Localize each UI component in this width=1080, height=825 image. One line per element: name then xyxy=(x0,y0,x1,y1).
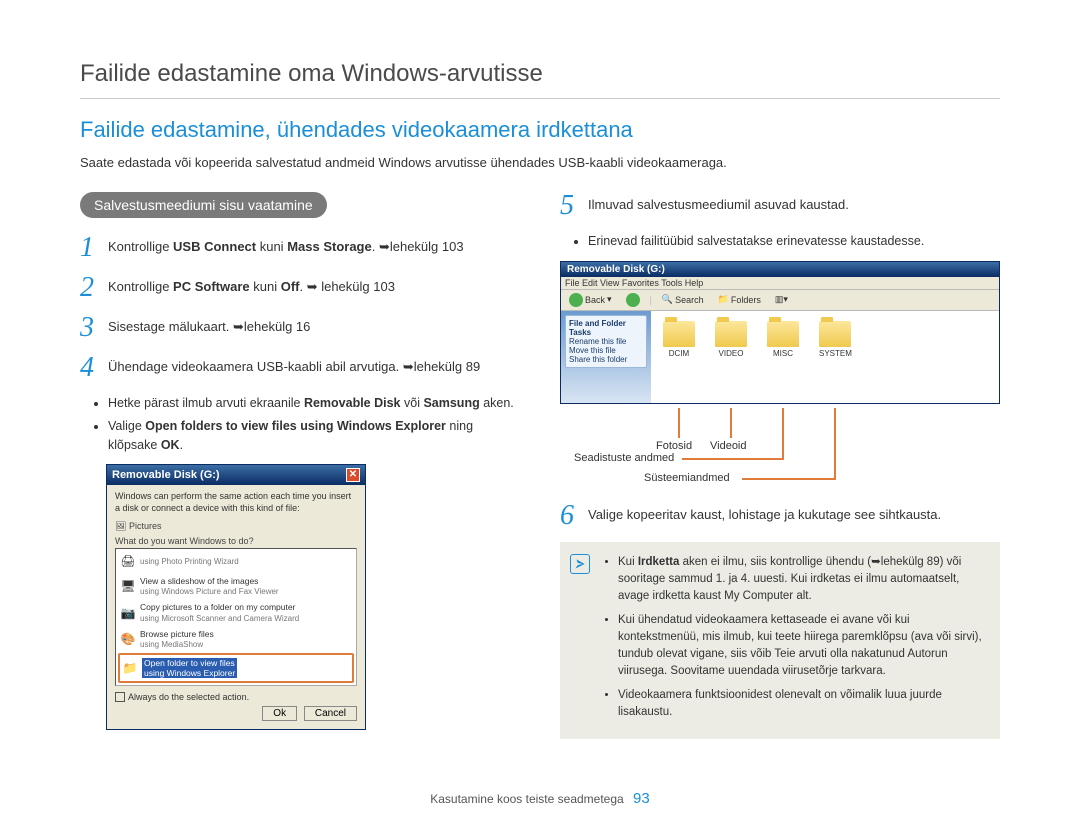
dialog-message: Windows can perform the same action each… xyxy=(115,491,357,514)
step-5: 5 Ilmuvad salvestusmeediumil asuvad kaus… xyxy=(560,192,1000,220)
step-text: . ➥ lehekülg 103 xyxy=(299,279,394,294)
step-bold: Mass Storage xyxy=(287,239,372,254)
step-number: 6 xyxy=(560,502,580,530)
views-button[interactable]: ▥▾ xyxy=(771,293,792,306)
step-number: 4 xyxy=(80,354,100,382)
checkbox-label: Always do the selected action. xyxy=(128,692,249,702)
always-checkbox[interactable]: Always do the selected action. xyxy=(115,692,357,702)
bullet-text: . xyxy=(180,438,183,452)
bullet-bold: OK xyxy=(161,438,180,452)
folders-button[interactable]: 📁 Folders xyxy=(714,293,765,306)
mediashow-icon: 🎨 xyxy=(120,632,136,648)
page-footer: Kasutamine koos teiste seadmetega 93 xyxy=(0,790,1080,807)
note-box: Kui Irdketta aken ei ilmu, siis kontroll… xyxy=(560,542,1000,739)
autoplay-option-selected[interactable]: 📁Open folder to view filesusing Windows … xyxy=(118,653,354,683)
autoplay-option[interactable]: 🖥View a slideshow of the imagesusing Win… xyxy=(118,573,354,600)
forward-button[interactable] xyxy=(622,292,644,308)
note-text: Kui ühendatud videokaamera kettaseade ei… xyxy=(618,612,986,681)
step-bold: PC Software xyxy=(173,279,250,294)
bullet-bold: Removable Disk xyxy=(304,396,401,410)
dialog-title: Removable Disk (G:) xyxy=(112,469,220,481)
step-text: Ilmuvad salvestusmeediumil asuvad kausta… xyxy=(588,192,1000,220)
bullet-text: Valige xyxy=(108,419,145,433)
step-number: 5 xyxy=(560,192,580,220)
sidebar-link[interactable]: Rename this file xyxy=(569,337,626,346)
folder-misc[interactable]: MISC xyxy=(767,321,799,358)
bullet-text: Erinevad failitüübid salvestatakse erine… xyxy=(588,232,1000,251)
step-4: 4 Ühendage videokaamera USB-kaabli abil … xyxy=(80,354,520,382)
bullet-text: aken. xyxy=(480,396,514,410)
file-type-label: 🖼 Pictures xyxy=(115,521,357,532)
step-text: Sisestage mälukaart. ➥lehekülg 16 xyxy=(108,314,520,342)
folder-video[interactable]: VIDEO xyxy=(715,321,747,358)
step-3: 3 Sisestage mälukaart. ➥lehekülg 16 xyxy=(80,314,520,342)
step-2: 2 Kontrollige PC Software kuni Off. ➥ le… xyxy=(80,274,520,302)
subsection-pill: Salvestusmeediumi sisu vaatamine xyxy=(80,192,327,218)
note-text: Kui xyxy=(618,556,638,568)
bullet-bold: Samsung xyxy=(423,396,479,410)
callout-fotosid: Fotosid xyxy=(656,440,692,452)
explorer-sidebar: File and Folder Tasks Rename this file M… xyxy=(561,311,651,403)
step-bold: Off xyxy=(281,279,300,294)
note-bold: Irdketta xyxy=(638,556,680,568)
sidebar-link[interactable]: Move this file xyxy=(569,346,616,355)
callout-videoid: Videoid xyxy=(710,440,747,452)
folder-callouts: Fotosid Videoid Seadistuste andmed Süste… xyxy=(560,408,1000,494)
toolbar: Back ▾ | 🔍 Search 📁 Folders ▥▾ xyxy=(561,290,999,311)
autoplay-option-list[interactable]: 🖨using Photo Printing Wizard 🖥View a sli… xyxy=(115,548,357,687)
step-6: 6 Valige kopeeritav kaust, lohistage ja … xyxy=(560,502,1000,530)
note-text: Videokaamera funktsioonidest olenevalt o… xyxy=(618,687,986,722)
close-icon[interactable]: ✕ xyxy=(346,468,360,482)
step-text: Ühendage videokaamera USB-kaabli abil ar… xyxy=(108,354,520,382)
dialog-prompt: What do you want Windows to do? xyxy=(115,536,357,546)
intro-text: Saate edastada või kopeerida salvestatud… xyxy=(80,155,1000,170)
page-number: 93 xyxy=(633,790,650,807)
autoplay-option[interactable]: 🖨using Photo Printing Wizard xyxy=(118,551,354,573)
sidebar-panel-header: File and Folder Tasks xyxy=(569,319,626,337)
ok-button[interactable]: Ok xyxy=(262,706,297,721)
window-title: Removable Disk (G:) xyxy=(561,262,999,277)
folder-dcim[interactable]: DCIM xyxy=(663,321,695,358)
page-title: Failide edastamine oma Windows-arvutisse xyxy=(80,60,1000,99)
step-number: 2 xyxy=(80,274,100,302)
autoplay-option[interactable]: 📷Copy pictures to a folder on my compute… xyxy=(118,599,354,626)
step-text: kuni xyxy=(250,279,281,294)
callout-systeem: Süsteemiandmed xyxy=(644,472,730,484)
menubar[interactable]: File Edit View Favorites Tools Help xyxy=(561,277,999,290)
slideshow-icon: 🖥 xyxy=(120,578,136,594)
footer-text: Kasutamine koos teiste seadmetega xyxy=(430,792,623,806)
camera-icon: 📷 xyxy=(120,605,136,621)
sidebar-link[interactable]: Share this folder xyxy=(569,355,627,364)
autoplay-dialog: Removable Disk (G:) ✕ Windows can perfor… xyxy=(106,464,366,730)
step-number: 1 xyxy=(80,234,100,262)
explorer-folder-pane: DCIM VIDEO MISC SYSTEM xyxy=(651,311,999,403)
step-bold: USB Connect xyxy=(173,239,256,254)
step-1: 1 Kontrollige USB Connect kuni Mass Stor… xyxy=(80,234,520,262)
folder-system[interactable]: SYSTEM xyxy=(819,321,852,358)
step-4-bullets: Hetke pärast ilmub arvuti ekraanile Remo… xyxy=(108,394,520,454)
bullet-bold: Open folders to view files using Windows… xyxy=(145,419,446,433)
bullet-text: Hetke pärast ilmub arvuti ekraanile xyxy=(108,396,304,410)
step-text: Kontrollige xyxy=(108,239,173,254)
explorer-window: Removable Disk (G:) File Edit View Favor… xyxy=(560,261,1000,404)
folder-icon: 📁 xyxy=(122,660,138,676)
step-text: . ➥lehekülg 103 xyxy=(372,239,464,254)
section-title: Failide edastamine, ühendades videokaame… xyxy=(80,117,1000,143)
autoplay-option[interactable]: 🎨Browse picture filesusing MediaShow xyxy=(118,626,354,653)
step-5-bullets: Erinevad failitüübid salvestatakse erine… xyxy=(588,232,1000,251)
callout-seadistuste: Seadistuste andmed xyxy=(574,452,674,464)
search-button[interactable]: 🔍 Search xyxy=(658,293,708,306)
step-number: 3 xyxy=(80,314,100,342)
cancel-button[interactable]: Cancel xyxy=(304,706,357,721)
printer-icon: 🖨 xyxy=(120,554,136,570)
note-icon xyxy=(570,554,590,574)
step-text: Kontrollige xyxy=(108,279,173,294)
bullet-text: või xyxy=(401,396,424,410)
step-text: kuni xyxy=(256,239,287,254)
step-text: Valige kopeeritav kaust, lohistage ja ku… xyxy=(588,502,1000,530)
back-button[interactable]: Back ▾ xyxy=(565,292,616,308)
